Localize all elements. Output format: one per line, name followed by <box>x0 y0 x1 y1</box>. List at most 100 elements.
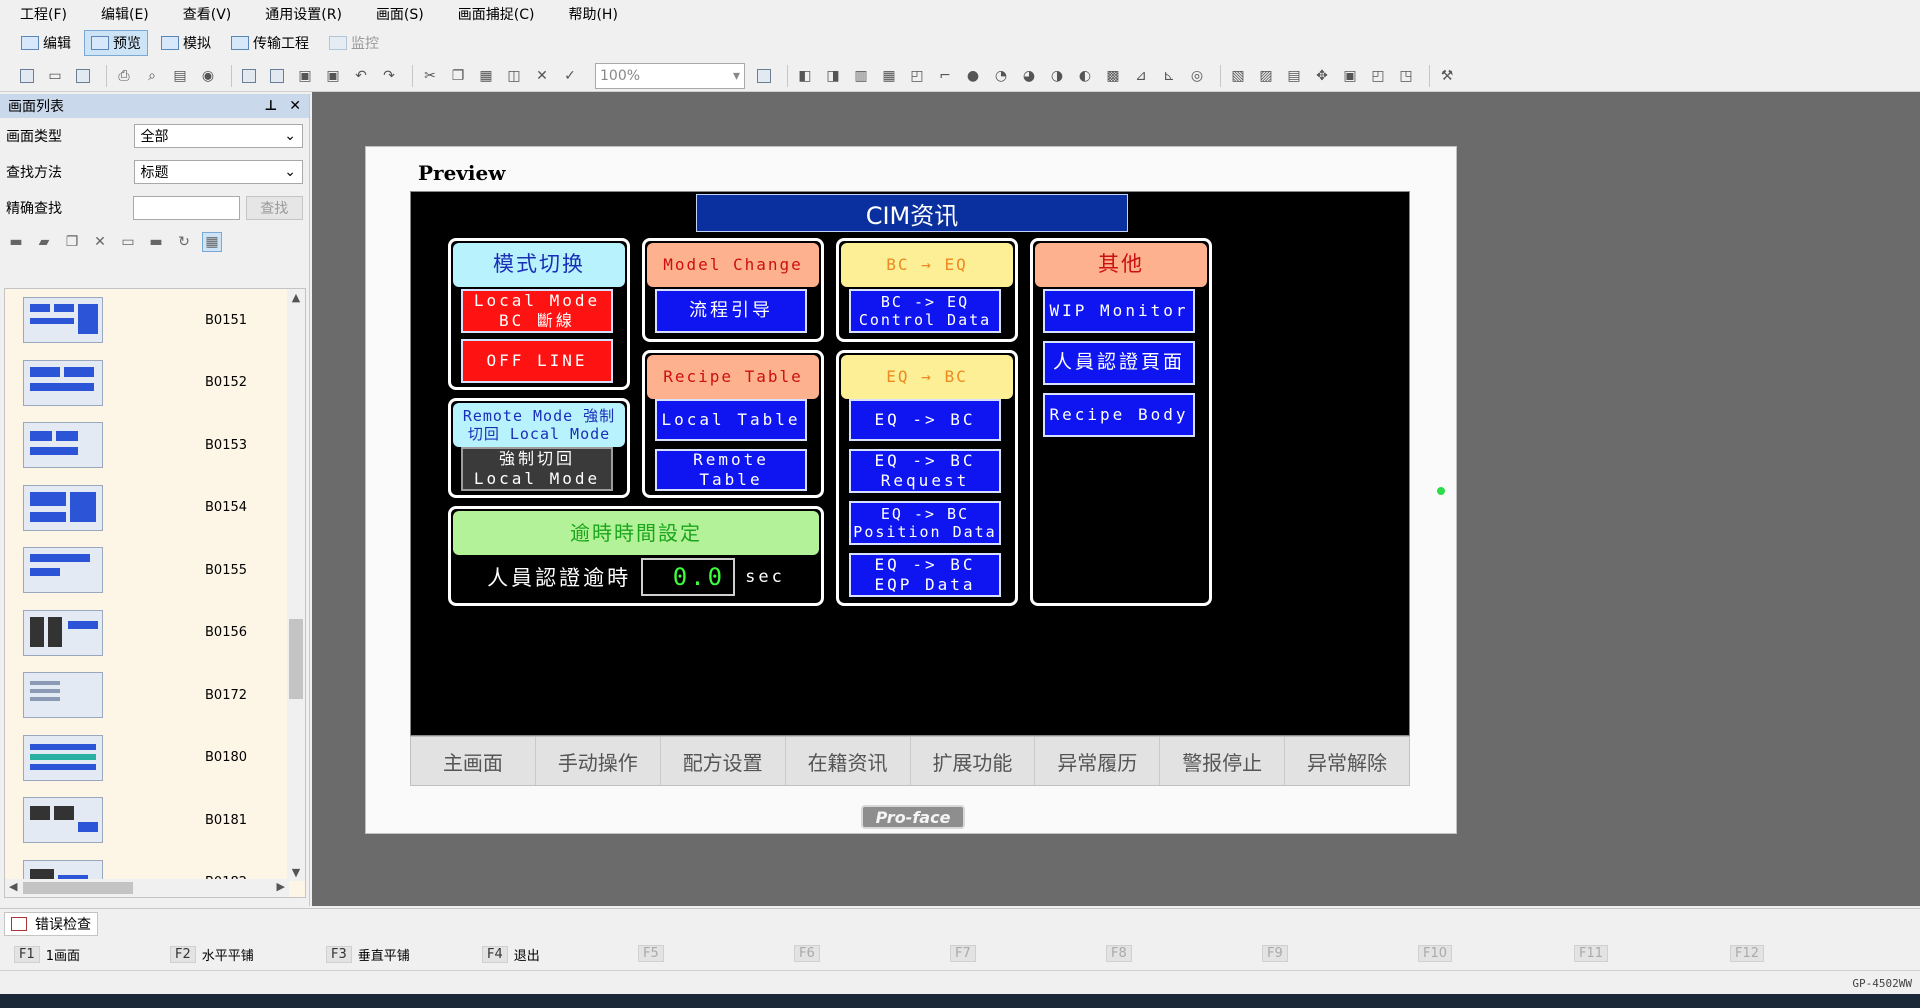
force-local-mode-button[interactable]: 強制切回 Local Mode <box>461 447 613 491</box>
message-part-icon[interactable]: ◐ <box>1074 65 1096 87</box>
f1-key[interactable]: F1 1画面 <box>14 945 80 964</box>
copy-screen-icon[interactable]: ❐ <box>62 232 82 252</box>
list-item[interactable]: B0181 <box>5 789 305 852</box>
f3-key[interactable]: F3 垂直平铺 <box>326 945 410 964</box>
scroll-right-icon[interactable]: ▶ <box>277 880 285 893</box>
menu-help[interactable]: 帮助(H) <box>566 2 619 26</box>
detail-view-icon[interactable]: ▬ <box>146 232 166 252</box>
scroll-left-icon[interactable]: ◀ <box>9 880 17 893</box>
edit-mode-button[interactable]: 编辑 <box>14 30 78 56</box>
transfer-project-button[interactable]: 传输工程 <box>224 30 316 56</box>
scroll-up-icon[interactable]: ▲ <box>287 291 305 304</box>
screen-icon[interactable] <box>238 65 260 87</box>
system-window-icon[interactable]: ◳ <box>1395 65 1417 87</box>
flow-guide-button[interactable]: 流程引导 <box>655 289 807 333</box>
menu-common-settings[interactable]: 通用设置(R) <box>263 2 344 26</box>
copy-icon[interactable]: ❐ <box>447 65 469 87</box>
open-screen-icon[interactable]: ▰ <box>34 232 54 252</box>
save-icon[interactable] <box>72 65 94 87</box>
menu-edit[interactable]: 编辑(E) <box>99 2 151 26</box>
video-part-icon[interactable]: ◎ <box>1186 65 1208 87</box>
meter-part-icon[interactable]: ◔ <box>990 65 1012 87</box>
timeout-value-display[interactable]: 0.0 <box>641 558 736 596</box>
list-item[interactable]: B0154 <box>5 477 305 540</box>
menu-screen[interactable]: 画面(S) <box>374 2 426 26</box>
error-check-tab[interactable]: 错误检查 <box>4 912 98 936</box>
f12-key[interactable]: F12 <box>1730 945 1770 962</box>
window-icon[interactable]: ◰ <box>1367 65 1389 87</box>
camera-icon[interactable]: ◉ <box>197 65 219 87</box>
check-icon[interactable]: ✓ <box>559 65 581 87</box>
f9-key[interactable]: F9 <box>1262 945 1294 962</box>
f10-key[interactable]: F10 <box>1418 945 1458 962</box>
nav-manual-operation[interactable]: 手动操作 <box>536 737 661 785</box>
personnel-auth-page-button[interactable]: 人員認證頁面 <box>1043 341 1195 385</box>
pin-icon[interactable]: ✥ <box>1311 65 1333 87</box>
list-item[interactable]: B0156 <box>5 602 305 665</box>
list-item[interactable]: B0155 <box>5 539 305 602</box>
scrollbar-thumb[interactable] <box>289 619 303 699</box>
search-method-select[interactable]: 标题 ⌄ <box>133 160 303 184</box>
nav-alarm-stop[interactable]: 警报停止 <box>1160 737 1286 785</box>
delete-icon[interactable]: ✕ <box>531 65 553 87</box>
image-icon[interactable]: ▧ <box>1227 65 1249 87</box>
nav-extended-functions[interactable]: 扩展功能 <box>911 737 1036 785</box>
export-icon[interactable]: ▣ <box>322 65 344 87</box>
exact-search-input[interactable] <box>132 196 240 220</box>
window-part-icon[interactable]: ◰ <box>906 65 928 87</box>
search-button[interactable]: 查找 <box>245 196 303 220</box>
f2-key[interactable]: F2 水平平铺 <box>170 945 254 964</box>
screen-alt-icon[interactable] <box>266 65 288 87</box>
refresh-icon[interactable]: ↻ <box>174 232 194 252</box>
library-icon[interactable]: ▣ <box>1339 65 1361 87</box>
address-icon[interactable]: ▨ <box>1255 65 1277 87</box>
pin-icon[interactable]: ⊥ <box>264 98 277 114</box>
menu-project[interactable]: 工程(F) <box>18 2 69 26</box>
scrollbar-thumb[interactable] <box>23 882 133 894</box>
new-file-icon[interactable] <box>16 65 38 87</box>
eq-bc-position-data-button[interactable]: EQ -> BC Position Data <box>849 501 1001 545</box>
list-item[interactable]: B0180 <box>5 727 305 790</box>
list-item[interactable]: B0151 <box>5 289 305 352</box>
alarm-part-icon[interactable]: ● <box>962 65 984 87</box>
nav-main-screen[interactable]: 主画面 <box>411 737 536 785</box>
eq-bc-request-button[interactable]: EQ -> BC Request <box>849 449 1001 493</box>
f5-key[interactable]: F5 <box>638 945 670 962</box>
sampling-icon[interactable]: ◕ <box>1018 65 1040 87</box>
cut-icon[interactable]: ✂ <box>419 65 441 87</box>
zoom-select[interactable]: 100% ▾ <box>595 62 745 89</box>
nav-error-clear[interactable]: 异常解除 <box>1285 737 1409 785</box>
horizontal-scrollbar[interactable]: ◀ ▶ <box>5 879 289 897</box>
script-icon[interactable]: ▤ <box>1283 65 1305 87</box>
bc-eq-control-data-button[interactable]: BC -> EQ Control Data <box>849 289 1001 333</box>
list-item[interactable]: B0172 <box>5 664 305 727</box>
trend-part-icon[interactable]: ⊿ <box>1130 65 1152 87</box>
xy-graph-icon[interactable]: ⊾ <box>1158 65 1180 87</box>
offline-button[interactable]: OFF LINE <box>461 339 613 383</box>
nav-recipe-settings[interactable]: 配方设置 <box>661 737 786 785</box>
print-preview-icon[interactable]: ⌕ <box>141 65 163 87</box>
f11-key[interactable]: F11 <box>1574 945 1614 962</box>
recipe-part-icon[interactable]: ◑ <box>1046 65 1068 87</box>
screen-type-select[interactable]: 全部 ⌄ <box>133 124 303 148</box>
picture-part-icon[interactable]: ▩ <box>1102 65 1124 87</box>
import-icon[interactable]: ▣ <box>294 65 316 87</box>
graph-part-icon[interactable]: ▦ <box>878 65 900 87</box>
monitor-mode-button[interactable]: 监控 <box>322 30 386 56</box>
lamp-part-icon[interactable]: ◨ <box>822 65 844 87</box>
tool-icon[interactable]: ⚒ <box>1436 65 1458 87</box>
vertical-scrollbar[interactable]: ▲ ▼ <box>287 289 305 881</box>
redo-icon[interactable]: ↷ <box>378 65 400 87</box>
close-icon[interactable]: ✕ <box>289 98 301 114</box>
undo-icon[interactable]: ↶ <box>350 65 372 87</box>
data-display-icon[interactable]: ▥ <box>850 65 872 87</box>
remote-table-button[interactable]: Remote Table <box>655 449 807 491</box>
menu-screen-capture[interactable]: 画面捕捉(C) <box>456 2 537 26</box>
f8-key[interactable]: F8 <box>1106 945 1138 962</box>
paste-icon[interactable]: ▦ <box>475 65 497 87</box>
list-item[interactable]: B0152 <box>5 352 305 415</box>
f4-key[interactable]: F4 退出 <box>482 945 540 964</box>
simulate-mode-button[interactable]: 模拟 <box>154 30 218 56</box>
nav-error-history[interactable]: 异常履历 <box>1035 737 1161 785</box>
scroll-down-icon[interactable]: ▼ <box>287 866 305 879</box>
